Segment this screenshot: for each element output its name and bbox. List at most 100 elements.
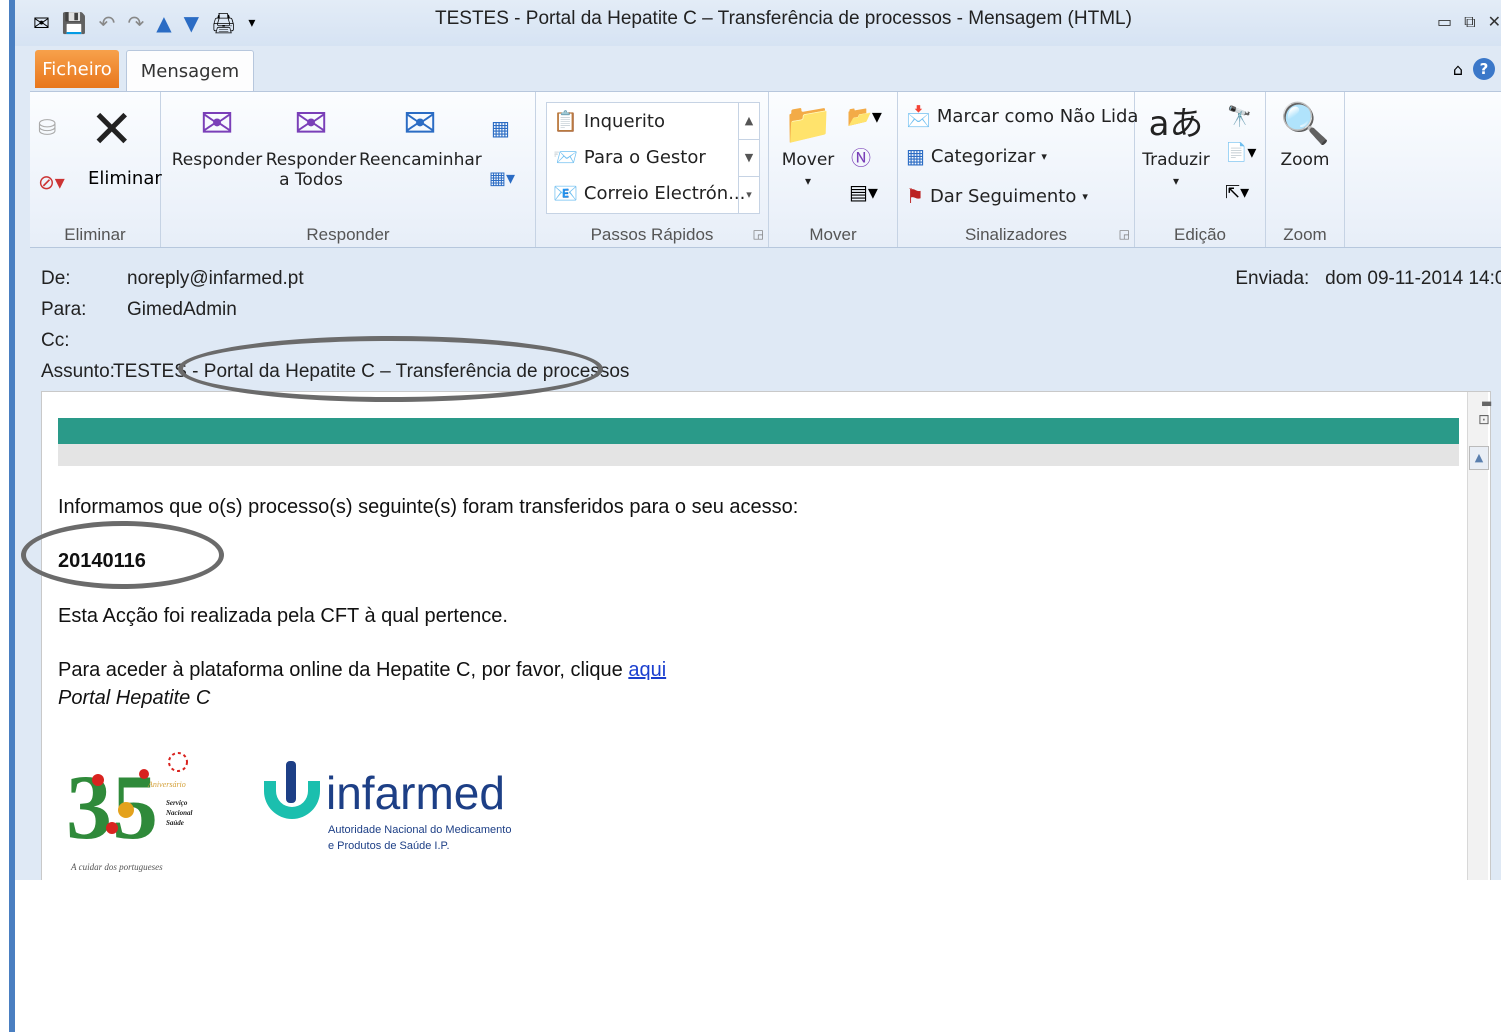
redo-icon[interactable]: ↷ (127, 10, 144, 36)
collapse-ribbon-icon[interactable]: ⌂ (1453, 60, 1463, 79)
group-label-mover: Mover (809, 225, 857, 244)
scroll-up-icon[interactable]: ▲ (1469, 446, 1489, 470)
related-icon[interactable]: 📄▾ (1225, 142, 1256, 163)
process-number-highlight-ellipse (21, 521, 224, 589)
actions-icon[interactable]: ▤▾ (849, 180, 878, 204)
split-icon[interactable]: ▬ (1481, 396, 1492, 410)
mark-unread-button[interactable]: 📩 Marcar como Não Lida (906, 104, 1138, 128)
header-from: De: noreply@infarmed.pt (41, 268, 304, 290)
group-sinalizadores: 📩 Marcar como Não Lida ▦ Categorizar ▾ ⚑ Dar… (898, 92, 1138, 247)
reply-all-button[interactable]: ✉ Responder a Todos (265, 98, 357, 190)
help-area: ⌂ ? (1453, 58, 1495, 80)
delete-icon[interactable]: ✕ (90, 100, 134, 160)
group-passos-rapidos: 📋 Inquerito 📨 Para o Gestor 📧 Correio Elect… (536, 92, 769, 247)
find-icon[interactable]: 🔭 (1227, 104, 1252, 128)
ribbon: ⛁ ✕ ⊘▾ Eliminar Eliminar ✉ Responder ✉ R… (30, 91, 1501, 248)
ignore-icon[interactable]: ⛁ (38, 116, 56, 141)
dropdown-arrow-icon: ▾ (1082, 189, 1088, 203)
subheader-band (58, 444, 1459, 466)
logo-line2: Serviço (166, 799, 188, 807)
group-label-edicao: Edição (1174, 225, 1226, 244)
forward-button[interactable]: ✉ Reencaminhar (359, 98, 482, 170)
onenote-icon[interactable]: Ⓝ (851, 142, 871, 171)
group-mover: 📁 Mover ▾ 📂▾ Ⓝ ▤▾ Mover (769, 92, 898, 247)
tab-message[interactable]: Mensagem (126, 50, 254, 93)
print-icon[interactable]: 🖨 (211, 10, 236, 36)
infarmed-logo: infarmed Autoridade Nacional do Medicame… (264, 761, 511, 852)
intro-text: Informamos que o(s) processo(s) seguinte… (58, 496, 799, 518)
dropdown-arrow-icon: ▾ (804, 174, 812, 188)
rules-icon[interactable]: 📂▾ (847, 104, 882, 128)
scroll-down-icon[interactable]: ▼ (739, 139, 759, 176)
tab-file[interactable]: Ficheiro (35, 50, 119, 88)
group-label-sinalizadores: Sinalizadores (964, 225, 1068, 244)
customize-toolbar-icon[interactable]: ▾ (248, 10, 255, 36)
group-label-passos-rapidos: Passos Rápidos (590, 225, 714, 244)
quick-step-inquerito[interactable]: 📋 Inquerito (553, 109, 665, 133)
categorize-button[interactable]: ▦ Categorizar ▾ (906, 144, 1047, 168)
expand-gallery-icon[interactable]: ▾ (739, 176, 759, 213)
window-controls: ▭ ⧉ ✕ (1437, 12, 1501, 32)
more-respond-icon[interactable]: ▦▾ (489, 168, 515, 189)
quick-step-icon: 📋 (553, 109, 578, 133)
group-eliminar: ⛁ ✕ ⊘▾ Eliminar Eliminar (30, 92, 162, 247)
close-icon[interactable]: ✕ (1488, 12, 1501, 32)
logo-sub2: e Produtos de Saúde I.P. (328, 840, 450, 852)
body-scrollbar[interactable]: ▲ (1467, 392, 1489, 880)
header-to: Para: GimedAdmin (41, 299, 237, 321)
meeting-icon[interactable]: ▦ (491, 116, 510, 140)
window-title: TESTES - Portal da Hepatite C – Transfer… (435, 8, 1132, 29)
select-icon[interactable]: ⇱▾ (1225, 182, 1249, 203)
scroll-up-icon[interactable]: ▲ (739, 103, 759, 139)
from-address[interactable]: noreply@infarmed.pt (127, 268, 304, 290)
blank-area (15, 880, 1501, 1032)
email-icon: 📧 (553, 181, 578, 205)
logo-line3: Nacional (165, 809, 193, 817)
magnifier-icon: 🔍 (1280, 101, 1330, 147)
undo-icon[interactable]: ↶ (99, 10, 116, 36)
group-zoom: 🔍 Zoom Zoom (1266, 92, 1345, 247)
mail-icon: ✉ (33, 11, 50, 35)
message-body: Informamos que o(s) processo(s) seguinte… (41, 391, 1491, 880)
follow-up-button[interactable]: ⚑ Dar Seguimento ▾ (906, 184, 1088, 208)
title-bar: ✉ 💾 ↶ ↷ ▲ ▼ 🖨 ▾ TESTES - Portal da Hepat… (15, 0, 1501, 46)
signature: Portal Hepatite C (58, 687, 211, 709)
maximize-icon[interactable]: ⧉ (1464, 12, 1475, 32)
next-item-icon[interactable]: ▼ (184, 10, 199, 36)
logo-sub1: Autoridade Nacional do Medicamento (328, 824, 511, 836)
reply-button[interactable]: ✉ Responder (171, 98, 263, 170)
header-sent: Enviada: dom 09-11-2014 14:07 (1235, 268, 1501, 290)
access-paragraph: Para aceder à plataforma online da Hepat… (58, 659, 667, 681)
reply-icon: ✉ (200, 101, 234, 147)
quick-step-correio[interactable]: 📧 Correio Electrón... (553, 181, 745, 205)
quick-steps-scroll[interactable]: ▲ ▼ ▾ (738, 103, 759, 213)
info-icon[interactable]: ⊡ (1478, 412, 1490, 428)
quick-access-toolbar: ✉ 💾 ↶ ↷ ▲ ▼ 🖨 ▾ (33, 10, 255, 36)
minimize-icon[interactable]: ▭ (1437, 12, 1452, 32)
save-icon[interactable]: 💾 (62, 10, 87, 36)
mark-unread-icon: 📩 (906, 104, 931, 128)
dropdown-arrow-icon: ▾ (1041, 149, 1047, 163)
group-label-eliminar: Eliminar (64, 225, 126, 244)
quick-steps-gallery: 📋 Inquerito 📨 Para o Gestor 📧 Correio Elect… (546, 102, 760, 214)
outlook-message-window: ✉ 💾 ↶ ↷ ▲ ▼ 🖨 ▾ TESTES - Portal da Hepat… (15, 0, 1501, 880)
group-responder: ✉ Responder ✉ Responder a Todos ✉ Reenca… (161, 92, 536, 247)
flag-icon: ⚑ (906, 184, 924, 208)
header-band (58, 418, 1459, 444)
dropdown-arrow-icon: ▾ (1172, 174, 1180, 188)
move-folder-icon: 📁 (783, 101, 833, 147)
zoom-button[interactable]: 🔍 Zoom (1270, 98, 1340, 170)
logo-name: infarmed (326, 767, 505, 819)
delete-button[interactable]: Eliminar (88, 168, 162, 189)
logo-tagline: A cuidar dos portugueses (70, 862, 163, 872)
quick-step-para-o-gestor[interactable]: 📨 Para o Gestor (553, 145, 706, 169)
junk-icon[interactable]: ⊘▾ (38, 170, 65, 194)
translate-button[interactable]: aあ Traduzir ▾ (1139, 98, 1213, 190)
to-address[interactable]: GimedAdmin (127, 299, 237, 321)
access-link[interactable]: aqui (628, 659, 666, 681)
previous-item-icon[interactable]: ▲ (156, 10, 171, 36)
logo-line4: Saúde (166, 819, 184, 827)
help-icon[interactable]: ? (1473, 58, 1495, 80)
action-text: Esta Acção foi realizada pela CFT à qual… (58, 605, 508, 627)
move-button[interactable]: 📁 Mover ▾ (777, 98, 839, 190)
